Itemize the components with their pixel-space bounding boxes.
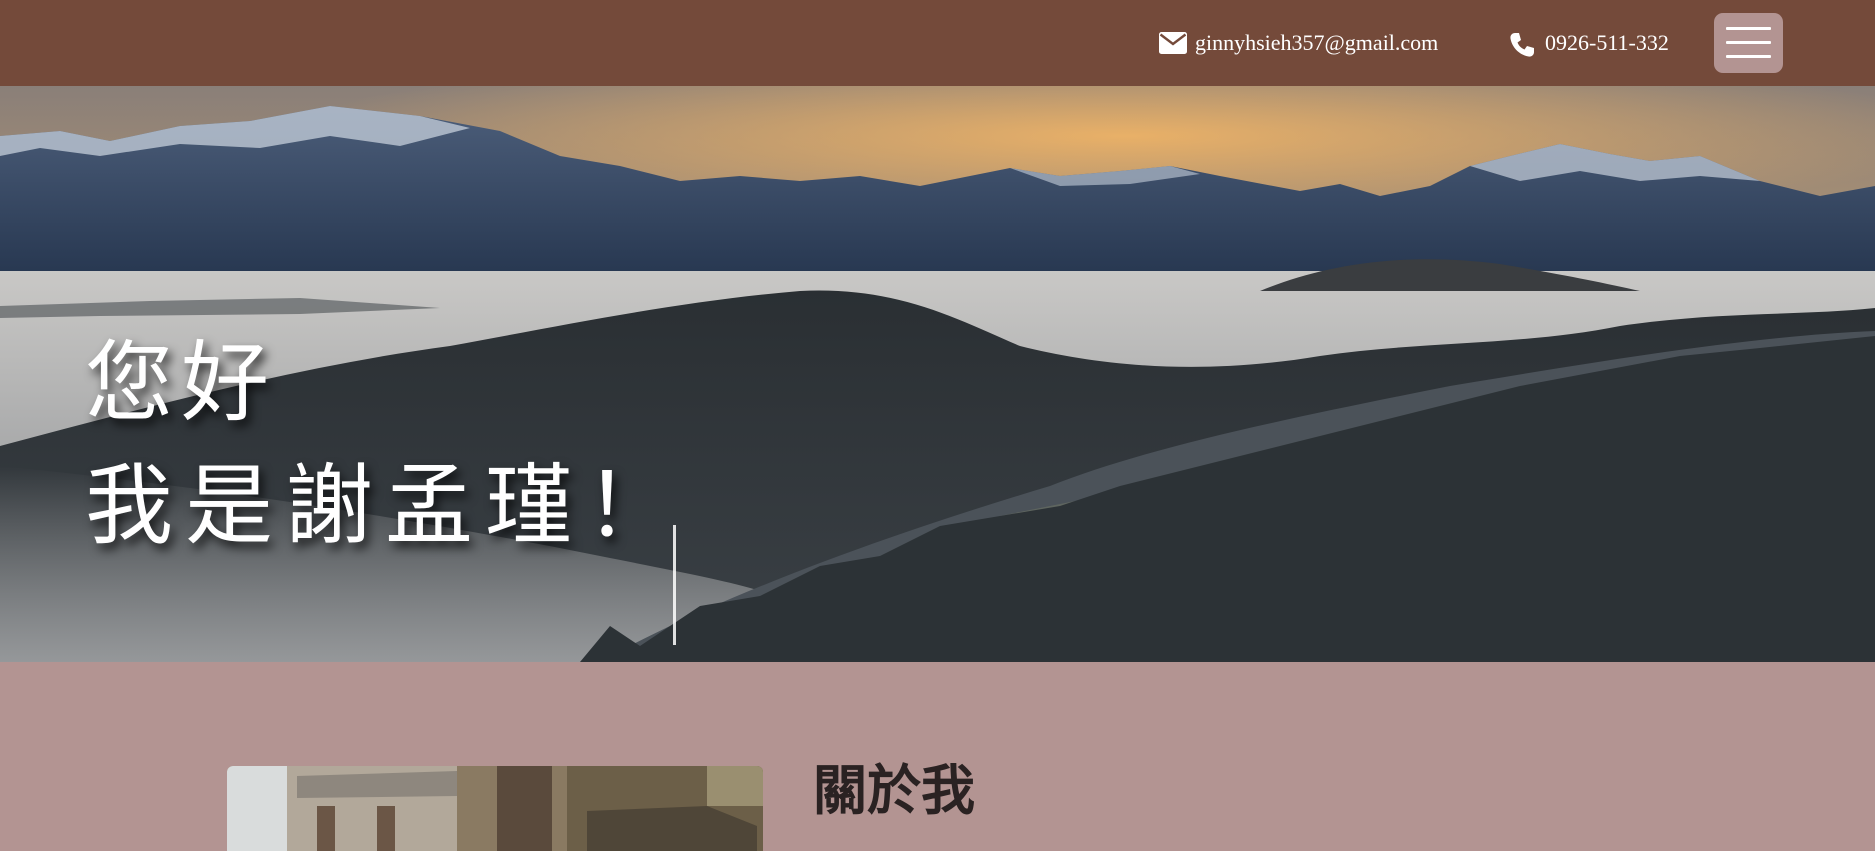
about-title: 關於我 xyxy=(813,758,975,822)
hamburger-menu-button[interactable] xyxy=(1714,13,1783,73)
phone-text: 0926-511-332 xyxy=(1545,30,1669,55)
hamburger-menu-icon-bar xyxy=(1726,55,1771,58)
hero-background-image xyxy=(0,86,1875,662)
about-photo xyxy=(227,766,763,851)
hero-banner: 您好 我是謝孟瑾！ xyxy=(0,86,1875,662)
phone-icon xyxy=(1509,32,1537,57)
email-text: ginnyhsieh357@gmail.com xyxy=(1195,30,1439,55)
typing-cursor xyxy=(673,525,676,645)
hamburger-menu-icon xyxy=(1726,27,1771,30)
hamburger-menu-icon-bar xyxy=(1726,41,1771,44)
phone-link[interactable]: 0926-511-332 xyxy=(1509,0,1669,86)
hero-greeting: 您好 xyxy=(85,331,278,434)
hero-intro: 我是謝孟瑾！ xyxy=(85,454,686,557)
envelope-icon xyxy=(1159,32,1187,54)
top-navbar: ginnyhsieh357@gmail.com 0926-511-332 xyxy=(0,0,1875,86)
email-link[interactable]: ginnyhsieh357@gmail.com xyxy=(1159,0,1438,86)
